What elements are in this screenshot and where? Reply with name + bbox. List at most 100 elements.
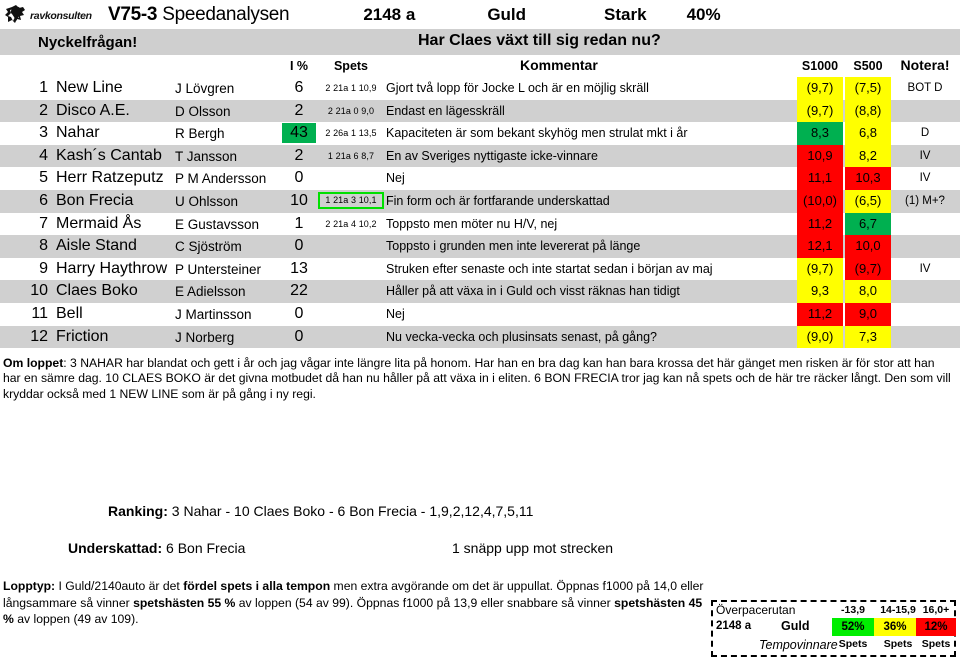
overpace-value-3: 12%	[916, 618, 956, 636]
lopptyp-part3: av loppen (54 av 99). Öppnas f1000 på 13…	[235, 595, 615, 610]
row-s1000: (10,0)	[797, 189, 843, 213]
overpace-value-1: 52%	[832, 618, 874, 636]
row-notera: IV	[919, 149, 931, 162]
table-row[interactable]: 12 Friction J Norberg 0 Nu vecka-vecka och p…	[0, 325, 960, 349]
row-horse-name: New Line	[56, 79, 123, 96]
race-distance: 2148 a	[363, 4, 416, 24]
row-ipct: 43	[282, 123, 316, 144]
table-row[interactable]: 4 Kash´s Cantab T Jansson 2 1 21a 6 8,7 En av…	[0, 144, 960, 168]
row-s500: (8,8)	[845, 99, 891, 123]
overpace-header-3: 16,0+	[922, 604, 950, 616]
table-row[interactable]: 8 Aisle Stand C Sjöström 0 Toppsto i grunden…	[0, 235, 960, 258]
table-row[interactable]: 11 Bell J Martinsson 0 Nej 11,2 9,0	[0, 302, 960, 326]
row-number: 9	[39, 259, 48, 277]
row-number: 1	[39, 79, 48, 96]
lopptyp-bold1: fördel spets i alla tempon	[183, 579, 331, 593]
row-notera: D	[920, 127, 930, 140]
row-notera: IV	[919, 262, 931, 275]
overpace-header-row: Överpacerutan -13,9 14-15,9 16,0+	[713, 602, 954, 618]
row-driver: D Olsson	[175, 103, 231, 119]
lopptyp-part1: I Guld/2140auto är det	[55, 579, 184, 593]
overpace-class: Guld	[781, 619, 810, 633]
row-s1000: 8,3	[797, 122, 843, 145]
row-notera: (1) M+?	[905, 194, 945, 207]
row-s1000: 11,2	[797, 212, 843, 236]
overpace-distance: 2148 a	[716, 620, 752, 632]
row-s500: 9,0	[845, 302, 891, 326]
om-loppet-paragraph: Om loppet: 3 NAHAR har blandat och gett …	[3, 356, 953, 402]
underskattad-value: 6 Bon Frecia	[166, 540, 246, 556]
table-row[interactable]: 10 Claes Boko E Adielsson 22 Håller på att v…	[0, 280, 960, 303]
race-id: V75-3	[108, 3, 158, 25]
row-ipct: 0	[294, 169, 304, 187]
table-row[interactable]: 2 Disco A.E. D Olsson 2 2 21a 0 9,0 Endast en…	[0, 99, 960, 123]
overpace-header-1: -13,9	[841, 604, 865, 616]
row-s500: 8,2	[845, 144, 891, 168]
row-number: 3	[39, 124, 48, 142]
table-row[interactable]: 7 Mermaid Ås E Gustavsson 1 2 21a 4 10,2 Topp…	[0, 212, 960, 236]
lopptyp-label: Lopptyp:	[3, 579, 56, 593]
row-number: 12	[30, 327, 48, 345]
row-s500: 8,0	[845, 280, 891, 303]
row-s1000: (9,0)	[797, 325, 843, 349]
row-horse-name: Herr Ratzeputz	[56, 169, 164, 187]
row-s1000: 11,2	[797, 302, 843, 326]
row-s500: 10,0	[845, 235, 891, 258]
row-spets-detail: 1 21a 6 8,7	[327, 150, 375, 161]
table-row[interactable]: 3 Nahar R Bergh 43 2 26a 1 13,5 Kapaciteten ä…	[0, 122, 960, 145]
row-driver: C Sjöström	[175, 239, 242, 255]
ravkonsulten-logo-icon: ravkonsulten	[4, 3, 108, 27]
table-row[interactable]: 5 Herr Ratzeputz P M Andersson 0 Nej 11,1 10,3…	[0, 167, 960, 190]
race-percent: 40%	[686, 4, 721, 24]
table-row[interactable]: 9 Harry Haythrow P Untersteiner 13 Struken e…	[0, 257, 960, 281]
row-s500: (6,5)	[845, 189, 891, 213]
row-kommentar: Håller på att växa in i Guld och visst r…	[386, 284, 680, 299]
row-kommentar: Endast en lägesskräll	[386, 103, 505, 118]
row-driver: J Martinsson	[175, 306, 252, 322]
row-s1000: 10,9	[797, 144, 843, 168]
key-question-label: Nyckelfrågan!	[38, 33, 138, 51]
row-notera: IV	[919, 172, 931, 185]
row-ipct: 6	[294, 79, 304, 96]
col-header-s1000: S1000	[801, 59, 839, 73]
row-horse-name: Disco A.E.	[56, 101, 130, 119]
row-kommentar: Fin form och är fortfarande underskattad	[386, 193, 610, 208]
underskattad-note: 1 snäpp upp mot strecken	[452, 540, 614, 556]
row-ipct: 13	[290, 259, 308, 277]
row-ipct: 0	[294, 327, 304, 345]
row-kommentar: Toppsto i grunden men inte levererat på …	[386, 239, 641, 254]
row-s500: 10,3	[845, 167, 891, 190]
row-kommentar: Toppsto men möter nu H/V, nej	[386, 216, 558, 231]
row-s1000: (9,7)	[797, 77, 843, 100]
row-s500: (9,7)	[845, 257, 891, 281]
row-spets-detail: 2 21a 0 9,0	[327, 105, 375, 116]
row-spets-detail: 2 21a 4 10,2	[325, 218, 377, 229]
row-driver: E Gustavsson	[175, 216, 260, 232]
overpace-value-2: 36%	[874, 618, 916, 636]
lopptyp-paragraph: Lopptyp: I Guld/2140auto är det fördel s…	[3, 578, 713, 628]
title-bar: ravkonsulten V75-3 Speedanalysen 2148 a …	[0, 0, 960, 29]
row-s1000: 12,1	[797, 235, 843, 258]
row-driver: J Norberg	[175, 329, 235, 345]
row-kommentar: En av Sveriges nyttigaste icke-vinnare	[386, 148, 598, 163]
underskattad-label: Underskattad:	[68, 540, 163, 556]
om-loppet-text: : 3 NAHAR har blandat och gett i år och …	[3, 356, 951, 401]
ranking-line: Ranking: 3 Nahar - 10 Claes Boko - 6 Bon…	[108, 503, 533, 519]
overpace-title: Överpacerutan	[716, 603, 796, 617]
overpace-sublabel-1: Spets	[838, 638, 868, 650]
table-row[interactable]: 1 New Line J Lövgren 6 2 21a 1 10,9 Gjort två…	[0, 77, 960, 100]
overpace-tempo-label: Tempovinnare	[759, 638, 838, 652]
row-ipct: 2	[294, 146, 304, 164]
row-driver: J Lövgren	[175, 81, 235, 96]
ranking-value: 3 Nahar - 10 Claes Boko - 6 Bon Frecia -…	[171, 503, 534, 519]
analysis-title: Speedanalysen	[162, 3, 290, 25]
row-spets-detail: 2 26a 1 13,5	[325, 128, 377, 139]
col-header-notera: Notera!	[900, 57, 950, 73]
ranking-label: Ranking:	[108, 503, 168, 519]
table-row[interactable]: 6 Bon Frecia U Ohlsson 10 1 21a 3 10,1 Fin fo…	[0, 189, 960, 213]
row-number: 4	[39, 146, 48, 164]
row-s1000: 11,1	[797, 167, 843, 190]
overpace-value-row: 2148 a Guld 52% 36% 12%	[713, 618, 956, 637]
row-horse-name: Harry Haythrow	[56, 259, 168, 277]
row-s500: 6,7	[845, 212, 891, 236]
